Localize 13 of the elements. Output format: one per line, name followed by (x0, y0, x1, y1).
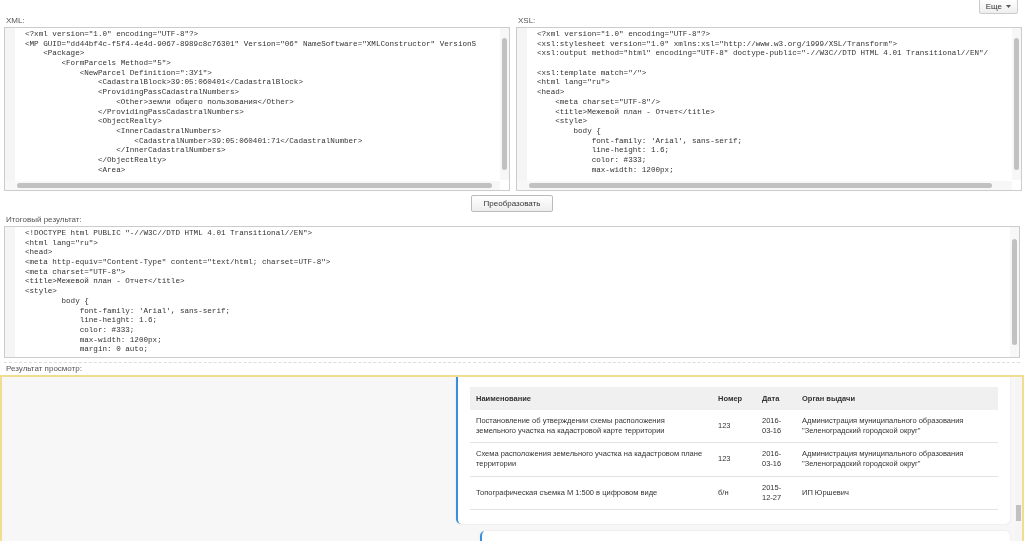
scrollbar[interactable] (1012, 28, 1021, 180)
panel-label: Итоговый результат: (5, 214, 83, 226)
scrollbar[interactable] (500, 28, 509, 180)
transform-button[interactable]: Преобразовать (470, 195, 554, 212)
panel-label: XML: (5, 15, 26, 27)
more-button[interactable]: Еще (978, 0, 1018, 14)
panel-label: Результат просмотр: (5, 363, 83, 375)
panel-label: XSL: (517, 15, 537, 27)
scrollbar[interactable] (1010, 227, 1019, 357)
xsl-editor[interactable] (516, 27, 1022, 191)
caret-icon (1006, 5, 1011, 8)
xml-editor[interactable] (4, 27, 510, 191)
result-editor[interactable] (4, 226, 1020, 358)
